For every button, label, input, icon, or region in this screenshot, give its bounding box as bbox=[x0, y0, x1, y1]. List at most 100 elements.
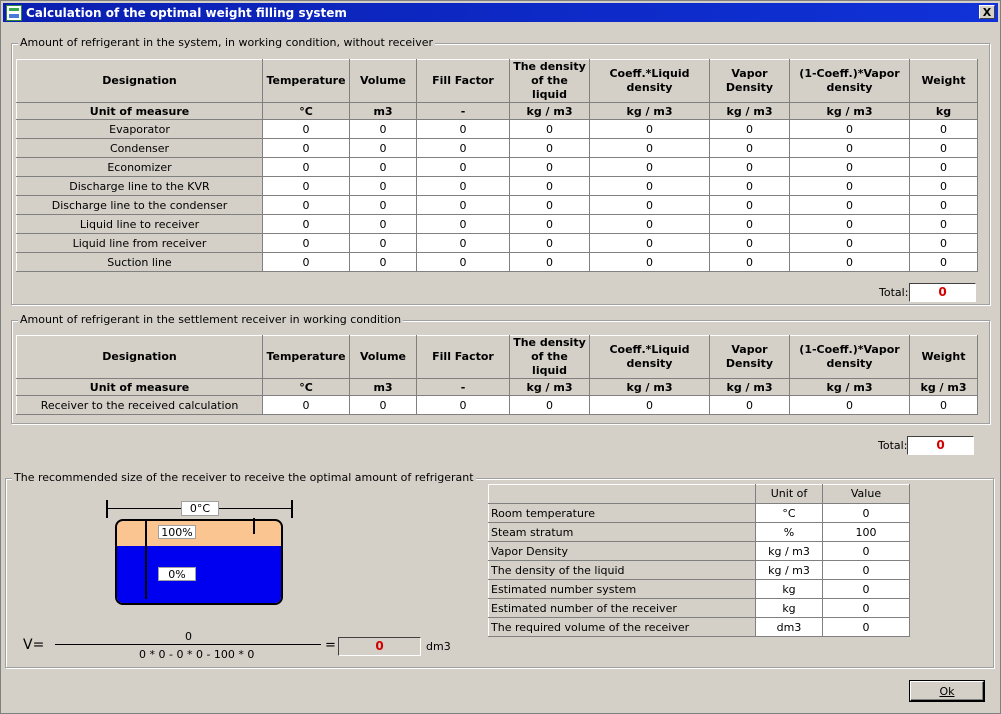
value-cell[interactable]: 0 bbox=[589, 157, 710, 177]
value-cell[interactable]: 0 bbox=[789, 252, 910, 272]
value-cell[interactable]: 0 bbox=[589, 138, 710, 158]
value-cell[interactable]: 0 bbox=[789, 138, 910, 158]
value-cell[interactable]: 0 bbox=[509, 195, 590, 215]
param-value[interactable]: 0 bbox=[822, 541, 910, 561]
col-header-liquid-density: The density of the liquid bbox=[509, 335, 590, 379]
param-value[interactable]: 0 bbox=[822, 560, 910, 580]
value-cell[interactable]: 0 bbox=[349, 138, 417, 158]
value-cell[interactable]: 0 bbox=[709, 252, 790, 272]
table-row: Economizer 0 0 0 0 0 0 0 0 bbox=[16, 157, 978, 177]
value-cell[interactable]: 0 bbox=[262, 176, 350, 196]
window-title: Calculation of the optimal weight fillin… bbox=[26, 5, 347, 20]
value-cell[interactable]: 0 bbox=[789, 395, 910, 415]
liquid-percent-label: 0% bbox=[158, 567, 196, 581]
param-value[interactable]: 0 bbox=[822, 617, 910, 637]
value-cell[interactable]: 0 bbox=[416, 157, 510, 177]
value-cell[interactable]: 0 bbox=[709, 395, 790, 415]
value-cell[interactable]: 0 bbox=[789, 233, 910, 253]
value-cell[interactable]: 0 bbox=[589, 176, 710, 196]
col-header-vapor-density: Vapor Density bbox=[709, 335, 790, 379]
value-cell[interactable]: 0 bbox=[789, 214, 910, 234]
formula-numerator: 0 bbox=[185, 630, 192, 643]
value-cell[interactable]: 0 bbox=[349, 157, 417, 177]
param-value[interactable]: 0 bbox=[822, 579, 910, 599]
value-cell[interactable]: 0 bbox=[416, 119, 510, 139]
table-row: Discharge line to the condenser 0 0 0 0 0 0 0 0 bbox=[16, 195, 978, 215]
title-bar[interactable]: Calculation of the optimal weight fillin… bbox=[3, 3, 998, 22]
value-cell[interactable]: 0 bbox=[509, 233, 590, 253]
table-row: Suction line 0 0 0 0 0 0 0 0 bbox=[16, 252, 978, 272]
value-cell[interactable]: 0 bbox=[509, 252, 590, 272]
ok-button[interactable]: Ok bbox=[910, 681, 984, 701]
value-cell[interactable]: 0 bbox=[909, 138, 978, 158]
value-cell[interactable]: 0 bbox=[909, 233, 978, 253]
param-value[interactable]: 100 bbox=[822, 522, 910, 542]
row-label: Evaporator bbox=[16, 119, 263, 139]
value-cell[interactable]: 0 bbox=[416, 138, 510, 158]
value-cell[interactable]: 0 bbox=[509, 214, 590, 234]
param-row: Estimated number of the receiver kg 0 bbox=[488, 598, 910, 618]
value-cell[interactable]: 0 bbox=[589, 195, 710, 215]
value-cell[interactable]: 0 bbox=[509, 395, 590, 415]
value-cell[interactable]: 0 bbox=[709, 157, 790, 177]
value-cell[interactable]: 0 bbox=[262, 157, 350, 177]
value-cell[interactable]: 0 bbox=[262, 395, 350, 415]
value-cell[interactable]: 0 bbox=[349, 252, 417, 272]
row-label: Condenser bbox=[16, 138, 263, 158]
value-cell[interactable]: 0 bbox=[709, 214, 790, 234]
value-cell[interactable]: 0 bbox=[909, 395, 978, 415]
value-cell[interactable]: 0 bbox=[789, 195, 910, 215]
value-cell[interactable]: 0 bbox=[909, 157, 978, 177]
param-value[interactable]: 0 bbox=[822, 598, 910, 618]
value-cell[interactable]: 0 bbox=[262, 233, 350, 253]
value-cell[interactable]: 0 bbox=[349, 176, 417, 196]
value-cell[interactable]: 0 bbox=[589, 214, 710, 234]
param-value[interactable]: 0 bbox=[822, 503, 910, 523]
table-row: Receiver to the received calculation 0 0 0 0… bbox=[16, 395, 978, 415]
unit-cell: m3 bbox=[349, 102, 417, 120]
value-cell[interactable]: 0 bbox=[909, 195, 978, 215]
unit-row-label: Unit of measure bbox=[16, 378, 263, 396]
value-cell[interactable]: 0 bbox=[262, 138, 350, 158]
param-name: Room temperature bbox=[488, 503, 756, 523]
value-cell[interactable]: 0 bbox=[709, 195, 790, 215]
value-cell[interactable]: 0 bbox=[589, 252, 710, 272]
value-cell[interactable]: 0 bbox=[416, 233, 510, 253]
value-cell[interactable]: 0 bbox=[709, 119, 790, 139]
value-cell[interactable]: 0 bbox=[509, 119, 590, 139]
value-cell[interactable]: 0 bbox=[589, 395, 710, 415]
value-cell[interactable]: 0 bbox=[262, 214, 350, 234]
value-cell[interactable]: 0 bbox=[349, 195, 417, 215]
value-cell[interactable]: 0 bbox=[416, 395, 510, 415]
value-cell[interactable]: 0 bbox=[589, 119, 710, 139]
value-cell[interactable]: 0 bbox=[789, 119, 910, 139]
value-cell[interactable]: 0 bbox=[709, 176, 790, 196]
value-cell[interactable]: 0 bbox=[789, 176, 910, 196]
value-cell[interactable]: 0 bbox=[709, 233, 790, 253]
vapor-percent-label: 100% bbox=[158, 525, 196, 539]
value-cell[interactable]: 0 bbox=[349, 119, 417, 139]
value-cell[interactable]: 0 bbox=[509, 176, 590, 196]
value-cell[interactable]: 0 bbox=[909, 176, 978, 196]
close-button[interactable]: X bbox=[979, 5, 995, 19]
value-cell[interactable]: 0 bbox=[909, 252, 978, 272]
value-cell[interactable]: 0 bbox=[909, 214, 978, 234]
value-cell[interactable]: 0 bbox=[416, 176, 510, 196]
value-cell[interactable]: 0 bbox=[709, 138, 790, 158]
unit-cell: °C bbox=[262, 102, 350, 120]
value-cell[interactable]: 0 bbox=[262, 252, 350, 272]
value-cell[interactable]: 0 bbox=[509, 157, 590, 177]
value-cell[interactable]: 0 bbox=[349, 395, 417, 415]
value-cell[interactable]: 0 bbox=[789, 157, 910, 177]
value-cell[interactable]: 0 bbox=[416, 252, 510, 272]
value-cell[interactable]: 0 bbox=[909, 119, 978, 139]
value-cell[interactable]: 0 bbox=[509, 138, 590, 158]
level-marker-line bbox=[145, 519, 147, 599]
value-cell[interactable]: 0 bbox=[589, 233, 710, 253]
value-cell[interactable]: 0 bbox=[262, 119, 350, 139]
value-cell[interactable]: 0 bbox=[416, 195, 510, 215]
value-cell[interactable]: 0 bbox=[416, 214, 510, 234]
value-cell[interactable]: 0 bbox=[262, 195, 350, 215]
value-cell[interactable]: 0 bbox=[349, 214, 417, 234]
value-cell[interactable]: 0 bbox=[349, 233, 417, 253]
